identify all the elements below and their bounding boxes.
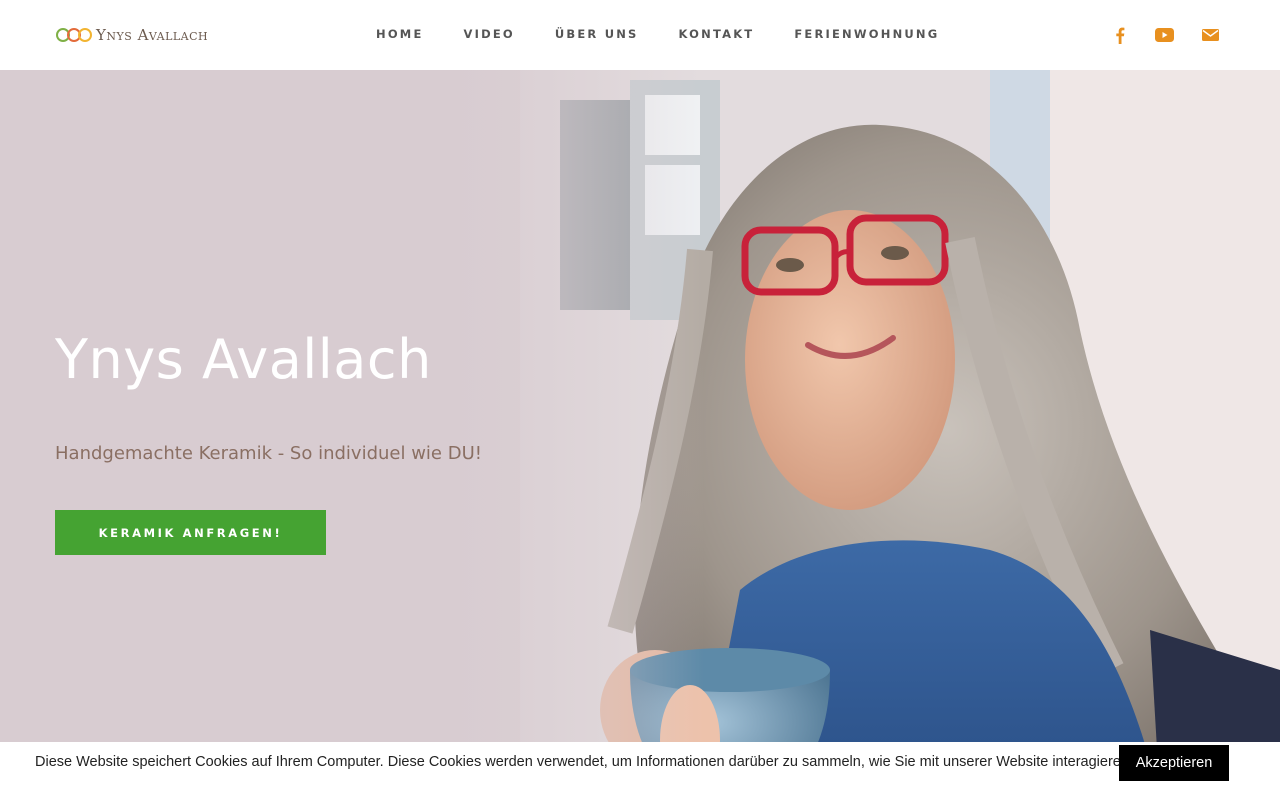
main-nav: HOME VIDEO ÜBER UNS KONTAKT FERIENWOHNUN… — [376, 27, 979, 41]
youtube-icon[interactable] — [1154, 26, 1174, 44]
hero-photo — [0, 70, 1280, 800]
hero-section: Ynys Avallach Handgemachte Keramik - So … — [0, 70, 1280, 800]
nav-ferienwohnung[interactable]: FERIENWOHNUNG — [794, 27, 939, 41]
site-header: Ynys Avallach HOME VIDEO ÜBER UNS KONTAK… — [0, 0, 1280, 70]
cookie-banner: Diese Website speichert Cookies auf Ihre… — [0, 742, 1280, 800]
logo-circles-icon — [56, 28, 92, 42]
hero-subtitle: Handgemachte Keramik - So individuel wie… — [55, 443, 482, 464]
mail-icon[interactable] — [1200, 26, 1220, 44]
hero-title: Ynys Avallach — [55, 328, 432, 391]
facebook-icon[interactable] — [1110, 26, 1130, 44]
nav-video[interactable]: VIDEO — [464, 27, 515, 41]
nav-ueber-uns[interactable]: ÜBER UNS — [555, 27, 639, 41]
accept-cookies-button[interactable]: Akzeptieren — [1119, 745, 1229, 781]
logo-text: Ynys Avallach — [96, 26, 209, 44]
keramik-anfragen-button[interactable]: KERAMIK ANFRAGEN! — [55, 510, 326, 555]
nav-kontakt[interactable]: KONTAKT — [679, 27, 755, 41]
site-logo[interactable]: Ynys Avallach — [56, 26, 208, 44]
nav-home[interactable]: HOME — [376, 27, 424, 41]
cookie-text: Diese Website speichert Cookies auf Ihre… — [35, 754, 1133, 770]
